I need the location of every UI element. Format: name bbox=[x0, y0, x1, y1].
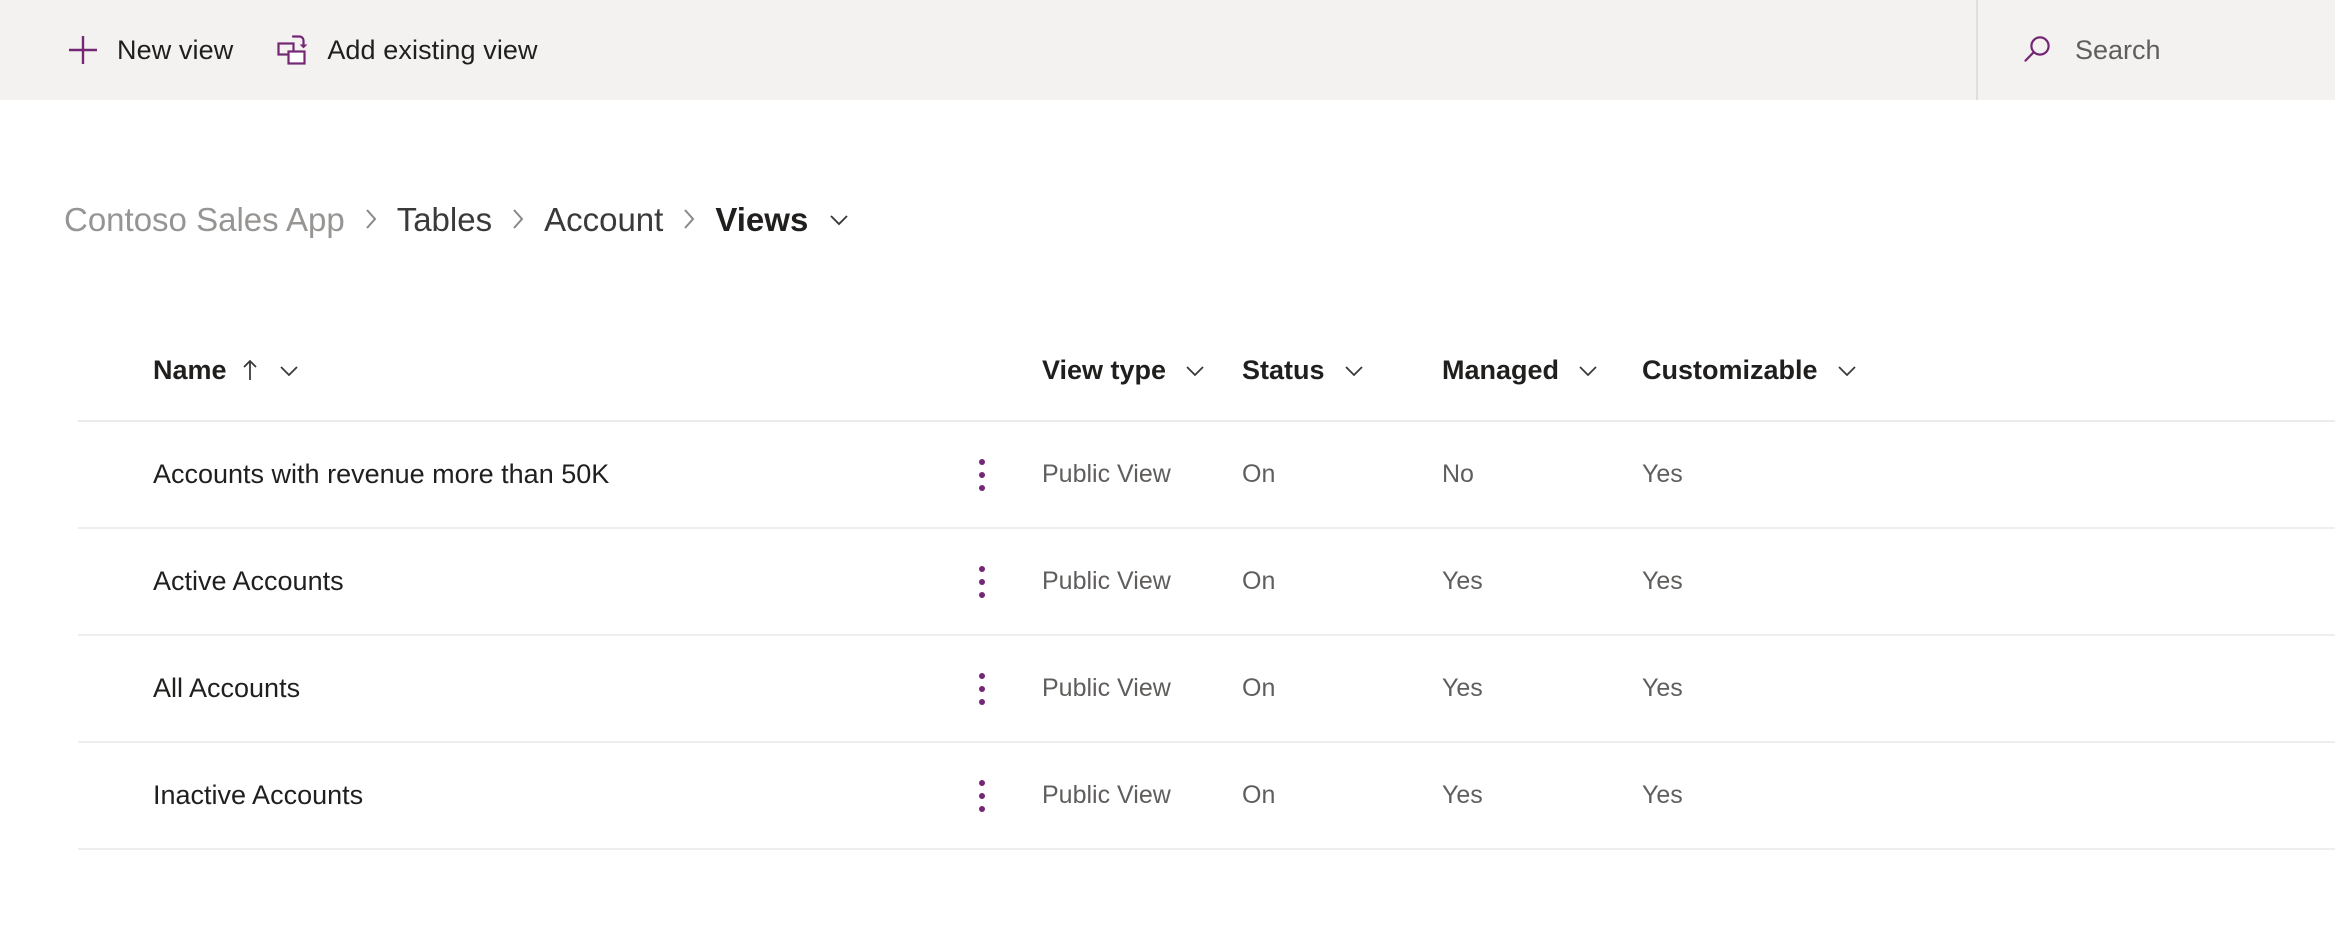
view-type-value: Public View bbox=[1042, 567, 1171, 595]
table-row[interactable]: Inactive Accounts Public View On Yes Yes bbox=[78, 743, 2335, 850]
add-existing-view-button[interactable]: Add existing view bbox=[276, 0, 538, 100]
more-options-icon[interactable] bbox=[960, 552, 1004, 612]
more-options-icon[interactable] bbox=[960, 445, 1004, 505]
row-view-type-cell: Public View bbox=[1042, 567, 1242, 596]
row-menu-cell bbox=[960, 445, 1042, 505]
row-managed-cell: Yes bbox=[1442, 781, 1642, 810]
managed-value: Yes bbox=[1442, 781, 1483, 809]
view-name-link[interactable]: Inactive Accounts bbox=[153, 780, 363, 810]
more-options-icon[interactable] bbox=[960, 659, 1004, 719]
table-header-row: Name View type Status Managed Customizab… bbox=[78, 320, 2335, 422]
managed-value: No bbox=[1442, 460, 1474, 488]
customizable-value: Yes bbox=[1642, 567, 1683, 595]
breadcrumb: Contoso Sales App Tables Account Views bbox=[64, 195, 852, 243]
search-icon bbox=[2021, 33, 2055, 67]
chevron-down-icon[interactable] bbox=[1341, 357, 1367, 383]
breadcrumb-item-views[interactable]: Views bbox=[715, 203, 808, 236]
add-existing-view-icon bbox=[276, 33, 310, 67]
table-row[interactable]: Accounts with revenue more than 50K Publ… bbox=[78, 422, 2335, 529]
breadcrumb-item-account[interactable]: Account bbox=[544, 203, 663, 236]
chevron-down-icon[interactable] bbox=[1575, 357, 1601, 383]
search-placeholder: Search bbox=[2075, 34, 2161, 65]
column-header-customizable-cell: Customizable bbox=[1642, 355, 1942, 386]
managed-value: Yes bbox=[1442, 567, 1483, 595]
view-type-value: Public View bbox=[1042, 781, 1171, 809]
arrow-up-icon bbox=[240, 355, 260, 385]
status-value: On bbox=[1242, 674, 1276, 702]
chevron-down-icon[interactable] bbox=[1834, 357, 1860, 383]
column-header-customizable[interactable]: Customizable bbox=[1642, 355, 1942, 386]
search-input[interactable]: Search bbox=[1976, 0, 2335, 100]
view-type-value: Public View bbox=[1042, 674, 1171, 702]
new-view-button[interactable]: New view bbox=[66, 0, 233, 100]
plus-icon bbox=[66, 33, 100, 67]
status-value: On bbox=[1242, 567, 1276, 595]
column-header-view-type-label: View type bbox=[1042, 354, 1167, 385]
customizable-value: Yes bbox=[1642, 674, 1683, 702]
managed-value: Yes bbox=[1442, 674, 1483, 702]
new-view-label: New view bbox=[117, 34, 234, 65]
row-view-type-cell: Public View bbox=[1042, 781, 1242, 810]
row-managed-cell: Yes bbox=[1442, 674, 1642, 703]
column-header-name-label: Name bbox=[153, 354, 227, 385]
breadcrumb-separator-icon bbox=[509, 204, 527, 234]
column-header-view-type[interactable]: View type bbox=[1042, 355, 1242, 386]
column-header-name[interactable]: Name bbox=[153, 355, 960, 386]
add-existing-view-label: Add existing view bbox=[327, 34, 538, 65]
row-menu-cell bbox=[960, 552, 1042, 612]
view-name-link[interactable]: Active Accounts bbox=[153, 566, 344, 596]
breadcrumb-chevron-down-icon[interactable] bbox=[826, 206, 852, 232]
breadcrumb-item-app[interactable]: Contoso Sales App bbox=[64, 203, 345, 236]
chevron-down-icon[interactable] bbox=[1182, 357, 1208, 383]
column-header-managed[interactable]: Managed bbox=[1442, 355, 1642, 386]
row-name-cell: Accounts with revenue more than 50K bbox=[78, 459, 960, 490]
customizable-value: Yes bbox=[1642, 460, 1683, 488]
row-name-cell: Active Accounts bbox=[78, 566, 960, 597]
row-name-cell: Inactive Accounts bbox=[78, 780, 960, 811]
column-header-status-label: Status bbox=[1242, 354, 1325, 385]
row-view-type-cell: Public View bbox=[1042, 460, 1242, 489]
more-options-icon[interactable] bbox=[960, 766, 1004, 826]
row-managed-cell: Yes bbox=[1442, 567, 1642, 596]
row-customizable-cell: Yes bbox=[1642, 781, 1942, 810]
row-status-cell: On bbox=[1242, 567, 1442, 596]
column-header-status[interactable]: Status bbox=[1242, 355, 1442, 386]
view-name-link[interactable]: Accounts with revenue more than 50K bbox=[153, 459, 609, 489]
view-name-link[interactable]: All Accounts bbox=[153, 673, 300, 703]
column-header-managed-label: Managed bbox=[1442, 354, 1560, 385]
row-name-cell: All Accounts bbox=[78, 673, 960, 704]
views-table: Name View type Status Managed Customizab… bbox=[78, 320, 2335, 850]
row-customizable-cell: Yes bbox=[1642, 460, 1942, 489]
column-header-view-type-cell: View type bbox=[1042, 355, 1242, 386]
command-bar-actions: New view Add existing view bbox=[0, 0, 538, 100]
status-value: On bbox=[1242, 460, 1276, 488]
column-header-customizable-label: Customizable bbox=[1642, 354, 1818, 385]
row-menu-cell bbox=[960, 766, 1042, 826]
row-view-type-cell: Public View bbox=[1042, 674, 1242, 703]
row-status-cell: On bbox=[1242, 460, 1442, 489]
column-header-name-cell: Name bbox=[78, 355, 960, 386]
view-type-value: Public View bbox=[1042, 460, 1171, 488]
row-customizable-cell: Yes bbox=[1642, 567, 1942, 596]
table-row[interactable]: All Accounts Public View On Yes Yes bbox=[78, 636, 2335, 743]
customizable-value: Yes bbox=[1642, 781, 1683, 809]
command-bar-spacer bbox=[233, 50, 276, 51]
status-value: On bbox=[1242, 781, 1276, 809]
chevron-down-icon[interactable] bbox=[276, 357, 302, 383]
column-header-status-cell: Status bbox=[1242, 355, 1442, 386]
breadcrumb-separator-icon bbox=[680, 204, 698, 234]
row-managed-cell: No bbox=[1442, 460, 1642, 489]
column-header-managed-cell: Managed bbox=[1442, 355, 1642, 386]
row-status-cell: On bbox=[1242, 674, 1442, 703]
row-status-cell: On bbox=[1242, 781, 1442, 810]
breadcrumb-separator-icon bbox=[362, 204, 380, 234]
row-customizable-cell: Yes bbox=[1642, 674, 1942, 703]
table-row[interactable]: Active Accounts Public View On Yes Yes bbox=[78, 529, 2335, 636]
row-menu-cell bbox=[960, 659, 1042, 719]
breadcrumb-item-tables[interactable]: Tables bbox=[397, 203, 492, 236]
